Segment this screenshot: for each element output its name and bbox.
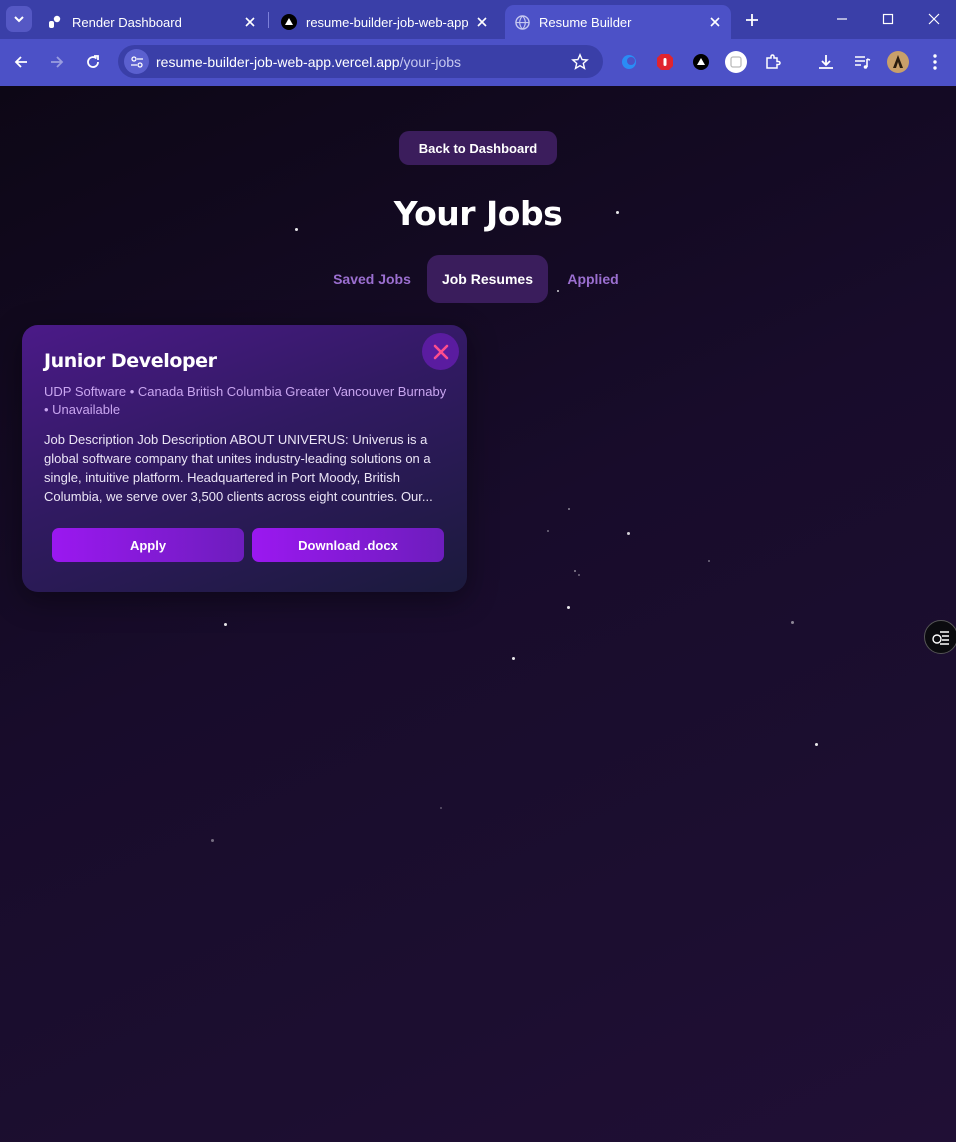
tab-divider <box>268 12 269 28</box>
job-meta: UDP Software • Canada British Columbia G… <box>44 384 447 417</box>
tab-job-resumes[interactable]: Job Resumes <box>427 255 548 303</box>
close-tab-icon[interactable] <box>242 14 258 30</box>
extensions-puzzle-icon[interactable] <box>762 51 784 73</box>
star-decoration <box>567 606 570 609</box>
browser-menu-icon[interactable] <box>924 51 946 73</box>
star-decoration <box>547 530 549 532</box>
download-icon[interactable] <box>815 51 837 73</box>
page-title: Your Jobs <box>393 194 563 233</box>
extension-blue-icon[interactable] <box>618 51 640 73</box>
address-bar[interactable]: resume-builder-job-web-app.vercel.app/yo… <box>118 45 603 78</box>
job-description: Job Description Job Description ABOUT UN… <box>44 432 433 504</box>
chevron-down-icon <box>14 16 24 23</box>
url-path: /your-jobs <box>399 54 462 70</box>
minimize-button[interactable] <box>827 6 857 32</box>
close-tab-icon[interactable] <box>707 14 723 30</box>
browser-tab-vercel[interactable]: resume-builder-job-web-app - <box>272 5 498 39</box>
tab-search-button[interactable] <box>6 6 32 32</box>
close-icon <box>433 344 448 359</box>
back-nav-button[interactable] <box>9 50 33 74</box>
profile-avatar-icon[interactable] <box>887 51 909 73</box>
apply-button[interactable]: Apply <box>52 528 244 562</box>
globe-icon <box>514 14 530 30</box>
vercel-icon <box>281 14 297 30</box>
tab-saved-jobs[interactable]: Saved Jobs <box>323 255 421 303</box>
star-decoration <box>578 574 580 576</box>
browser-tab-bar: Render Dashboard resume-builder-job-web-… <box>0 0 956 39</box>
star-decoration <box>708 560 710 562</box>
close-icon <box>928 13 940 25</box>
reading-list-icon[interactable] <box>851 51 873 73</box>
reload-icon <box>87 55 99 68</box>
remove-job-button[interactable] <box>422 333 459 370</box>
bookmark-star-icon[interactable] <box>571 53 589 71</box>
star-decoration <box>224 623 227 626</box>
url-text: resume-builder-job-web-app.vercel.app/yo… <box>156 54 461 70</box>
job-card: Junior Developer UDP Software • Canada B… <box>22 325 467 592</box>
close-tab-icon[interactable] <box>474 14 490 30</box>
forward-nav-button[interactable] <box>45 50 69 74</box>
browser-toolbar: resume-builder-job-web-app.vercel.app/yo… <box>0 39 956 86</box>
job-title: Junior Developer <box>44 350 217 372</box>
star-decoration <box>512 657 515 660</box>
floating-widget-button[interactable] <box>924 620 956 654</box>
arrow-right-icon <box>51 56 64 68</box>
vercel-extension-icon[interactable] <box>690 51 712 73</box>
download-docx-button[interactable]: Download .docx <box>252 528 444 562</box>
star-decoration <box>815 743 818 746</box>
close-window-button[interactable] <box>919 6 949 32</box>
adblock-icon[interactable] <box>654 51 676 73</box>
star-decoration <box>568 508 570 510</box>
browser-tab-render[interactable]: Render Dashboard <box>38 5 266 39</box>
list-settings-icon <box>932 631 949 645</box>
star-decoration <box>211 839 214 842</box>
star-decoration <box>440 807 442 809</box>
tab-title: Resume Builder <box>539 14 632 30</box>
tab-applied[interactable]: Applied <box>556 255 630 303</box>
url-host: resume-builder-job-web-app.vercel.app <box>156 54 400 70</box>
new-tab-button[interactable] <box>740 8 764 32</box>
star-decoration <box>574 570 576 572</box>
maximize-icon <box>882 13 894 25</box>
minimize-icon <box>837 18 847 20</box>
render-icon <box>47 14 63 30</box>
page-content: Back to Dashboard Your Jobs Saved Jobs J… <box>0 86 956 1142</box>
tab-title: Render Dashboard <box>72 14 182 30</box>
extension-white-icon[interactable] <box>725 51 747 73</box>
maximize-button[interactable] <box>873 6 903 32</box>
site-info-icon[interactable] <box>124 49 149 74</box>
star-decoration <box>791 621 794 624</box>
plus-icon <box>746 14 758 26</box>
star-decoration <box>627 532 630 535</box>
arrow-left-icon <box>14 56 27 68</box>
tab-title: resume-builder-job-web-app - <box>306 14 468 30</box>
back-to-dashboard-button[interactable]: Back to Dashboard <box>399 131 557 165</box>
jobs-tabs: Saved Jobs Job Resumes Applied <box>0 255 956 303</box>
browser-tab-resume-builder[interactable]: Resume Builder <box>505 5 731 39</box>
reload-button[interactable] <box>81 50 105 74</box>
